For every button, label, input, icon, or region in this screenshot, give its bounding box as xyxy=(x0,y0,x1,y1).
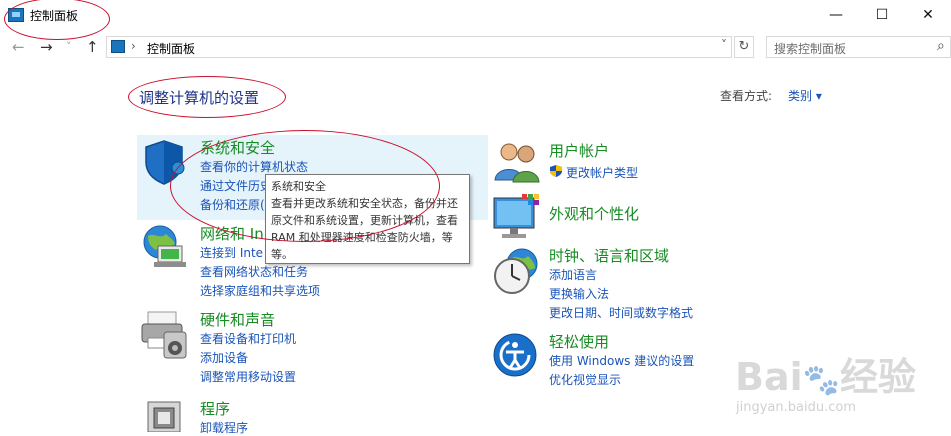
link-file-history[interactable]: 通过文件历史 xyxy=(200,177,272,194)
category-programs[interactable]: 程序 xyxy=(200,398,230,419)
category-clock-language-region[interactable]: 时钟、语言和区域 xyxy=(549,245,669,266)
link-devices-printers[interactable]: 查看设备和打印机 xyxy=(200,330,296,347)
address-bar[interactable]: › 控制面板 ˅ xyxy=(106,36,732,58)
view-by-dropdown[interactable]: 类别 ▾ xyxy=(788,87,822,104)
window-title: 控制面板 xyxy=(30,9,79,23)
category-system-security[interactable]: 系统和安全 xyxy=(200,137,275,158)
watermark-url: jingyan.baidu.com xyxy=(736,400,856,415)
back-button[interactable]: ← xyxy=(12,38,25,56)
close-button[interactable]: ✕ xyxy=(905,0,951,30)
link-add-device[interactable]: 添加设备 xyxy=(200,349,248,366)
user-accounts-icon[interactable] xyxy=(492,138,542,184)
page-title: 调整计算机的设置 xyxy=(139,89,260,107)
link-add-language[interactable]: 添加语言 xyxy=(549,266,597,283)
category-network-internet[interactable]: 网络和 In xyxy=(200,223,264,244)
watermark-suffix: 经验 xyxy=(840,355,917,399)
link-change-date-time-format[interactable]: 更改日期、时间或数字格式 xyxy=(549,304,693,321)
tooltip-system-security: 系统和安全 查看并更改系统和安全状态，备份并还原文件和系统设置，更新计算机，查看… xyxy=(265,174,470,264)
printer-icon[interactable] xyxy=(140,308,188,360)
category-user-accounts[interactable]: 用户帐户 xyxy=(549,140,609,161)
tooltip-title: 系统和安全 xyxy=(271,180,326,193)
shield-icon[interactable] xyxy=(140,138,188,186)
link-backup-restore[interactable]: 备份和还原( xyxy=(200,196,265,213)
link-windows-recommended-settings[interactable]: 使用 Windows 建议的设置 xyxy=(549,352,694,369)
link-network-status[interactable]: 查看网络状态和任务 xyxy=(200,263,308,280)
recent-locations-button[interactable]: ˅ xyxy=(66,40,72,53)
category-appearance-personalization[interactable]: 外观和个性化 xyxy=(549,203,639,224)
control-panel-icon xyxy=(8,8,24,22)
category-hardware-sound[interactable]: 硬件和声音 xyxy=(200,309,275,330)
network-globe-icon[interactable] xyxy=(140,222,188,270)
chevron-right-icon[interactable]: › xyxy=(131,39,136,53)
up-button[interactable]: ↑ xyxy=(86,38,99,56)
chevron-down-icon[interactable]: ˅ xyxy=(721,38,727,52)
appearance-monitor-icon[interactable] xyxy=(492,192,542,240)
watermark-brand: Bai xyxy=(735,355,803,399)
ease-of-access-icon[interactable] xyxy=(492,332,538,378)
link-homegroup-sharing[interactable]: 选择家庭组和共享选项 xyxy=(200,282,320,299)
view-by-label: 查看方式: xyxy=(720,89,773,103)
category-ease-of-access[interactable]: 轻松使用 xyxy=(549,331,609,352)
link-change-input-method[interactable]: 更换输入法 xyxy=(549,285,609,302)
search-icon[interactable]: ⌕ xyxy=(937,38,945,54)
baidu-watermark-logo: Bai🐾经验 xyxy=(735,346,916,401)
maximize-button[interactable]: ☐ xyxy=(859,0,905,30)
link-view-computer-status[interactable]: 查看你的计算机状态 xyxy=(200,158,308,175)
clock-globe-icon[interactable] xyxy=(492,246,540,296)
uac-shield-icon xyxy=(550,165,562,177)
link-optimize-visual-display[interactable]: 优化视觉显示 xyxy=(549,371,621,388)
minimize-button[interactable]: — xyxy=(813,0,859,30)
refresh-button[interactable]: ↻ xyxy=(734,36,754,58)
search-placeholder: 搜索控制面板 xyxy=(774,42,847,56)
link-uninstall-program[interactable]: 卸载程序 xyxy=(200,419,248,436)
link-mobility-settings[interactable]: 调整常用移动设置 xyxy=(200,368,296,385)
tooltip-body: 查看并更改系统和安全状态，备份并还原文件和系统设置，更新计算机，查看 RAM 和… xyxy=(271,197,458,261)
link-change-account-type[interactable]: 更改帐户类型 xyxy=(566,164,638,181)
forward-button[interactable]: → xyxy=(40,38,53,56)
programs-icon[interactable] xyxy=(144,396,184,432)
control-panel-icon xyxy=(111,40,125,53)
breadcrumb-control-panel[interactable]: 控制面板 xyxy=(147,40,195,57)
title-bar: 控制面板 — ☐ ✕ xyxy=(0,0,951,32)
link-connect-internet[interactable]: 连接到 Inte xyxy=(200,244,263,261)
paw-icon: 🐾 xyxy=(802,363,840,398)
search-input[interactable]: 搜索控制面板 ⌕ xyxy=(766,36,951,58)
